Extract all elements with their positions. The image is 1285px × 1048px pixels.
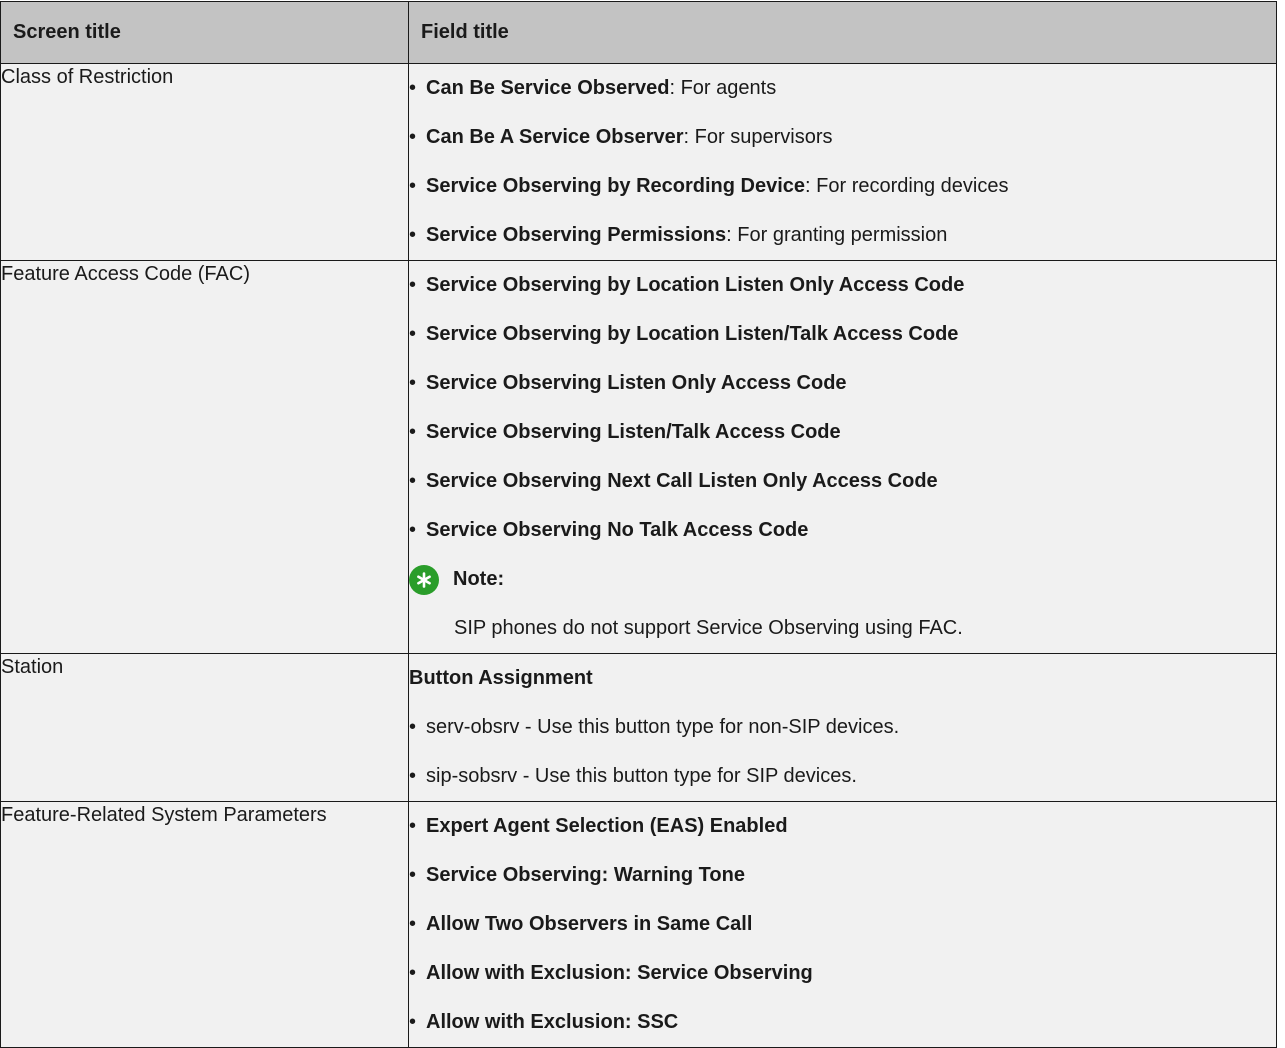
screen-title-cell: Feature-Related System Parameters (0, 801, 409, 1048)
bullet: • (409, 224, 417, 246)
field-name: Service Observing Next Call Listen Only … (426, 470, 938, 492)
column-header-field-title: Field title (408, 1, 1277, 64)
list-item: • Service Observing Listen Only Access Co… (409, 359, 1276, 408)
table-row: Feature Access Code (FAC) • Service Obser… (0, 260, 1277, 654)
list-item: • sip-sobsrv - Use this button type for S… (409, 752, 1276, 801)
field-name: Service Observing Listen/Talk Access Cod… (426, 421, 841, 443)
list-item: • Service Observing Next Call Listen Only… (409, 457, 1276, 506)
screen-title-cell: Feature Access Code (FAC) (0, 260, 409, 654)
note-label: Note: (453, 568, 505, 590)
list-item: • Expert Agent Selection (EAS) Enabled (409, 802, 1276, 851)
field-name: Service Observing No Talk Access Code (426, 519, 809, 541)
screen-title-cell: Class of Restriction (0, 63, 409, 261)
field-description: : For recording devices (805, 175, 1009, 197)
bullet: • (409, 274, 417, 296)
bullet: • (409, 519, 417, 541)
bullet: • (409, 716, 417, 738)
bullet: • (409, 765, 417, 787)
list-item: • Allow with Exclusion: SSC (409, 998, 1276, 1047)
field-name: Expert Agent Selection (EAS) Enabled (426, 815, 788, 837)
field-heading: Button Assignment (409, 667, 593, 689)
field-description: serv-obsrv - Use this button type for no… (426, 716, 900, 738)
field-description: : For agents (669, 77, 777, 99)
bullet: • (409, 421, 417, 443)
field-description: : For supervisors (683, 126, 833, 148)
list-item: • Can Be Service Observed: For agents (409, 64, 1276, 113)
table-row: Feature-Related System Parameters • Exper… (0, 801, 1277, 1048)
bullet: • (409, 815, 417, 837)
note-text: SIP phones do not support Service Observ… (454, 617, 963, 639)
field-name: Service Observing by Recording Device (426, 175, 806, 197)
list-item: • Service Observing Listen/Talk Access Co… (409, 408, 1276, 457)
field-title-cell: Button Assignment • serv-obsrv - Use this… (408, 653, 1277, 802)
field-name: Allow with Exclusion: SSC (426, 1011, 679, 1033)
field-name: Service Observing by Location Listen/Tal… (426, 323, 959, 345)
bullet: • (409, 864, 417, 886)
bullet: • (409, 913, 417, 935)
field-name: Service Observing: Warning Tone (426, 864, 745, 886)
list-item: • Allow with Exclusion: Service Observing (409, 949, 1276, 998)
note-heading: Note: (409, 555, 1276, 604)
list-item: • Can Be A Service Observer: For supervis… (409, 113, 1276, 162)
field-title-cell: • Expert Agent Selection (EAS) Enabled • S… (408, 801, 1277, 1048)
list-item: • Service Observing by Recording Device: … (409, 162, 1276, 211)
list-item: • Service Observing by Location Listen/Ta… (409, 310, 1276, 359)
field-name: Allow with Exclusion: Service Observing (426, 962, 813, 984)
screen-title-cell: Station (0, 653, 409, 802)
bullet: • (409, 1011, 417, 1033)
field-description: sip-sobsrv - Use this button type for SI… (426, 765, 857, 787)
field-name: Service Observing Permissions (426, 224, 727, 246)
field-title-cell: • Service Observing by Location Listen On… (408, 260, 1277, 654)
bullet: • (409, 962, 417, 984)
bullet: • (409, 175, 417, 197)
list-item: • Service Observing Permissions: For gran… (409, 211, 1276, 260)
fields-table: Screen title Field title Class of Restri… (0, 1, 1277, 1048)
field-name: Allow Two Observers in Same Call (426, 913, 753, 935)
list-item: • Service Observing by Location Listen On… (409, 261, 1276, 310)
column-header-screen-title: Screen title (0, 1, 409, 64)
asterisk-note-icon (409, 564, 439, 595)
table-row: Class of Restriction • Can Be Service Obs… (0, 63, 1277, 261)
field-title-cell: • Can Be Service Observed: For agents • Ca… (408, 63, 1277, 261)
list-item: • Service Observing No Talk Access Code (409, 506, 1276, 555)
list-item: • Service Observing: Warning Tone (409, 851, 1276, 900)
bullet: • (409, 323, 417, 345)
field-name: Can Be A Service Observer (426, 126, 684, 148)
field-name: Service Observing by Location Listen Onl… (426, 274, 965, 296)
list-item: • serv-obsrv - Use this button type for n… (409, 703, 1276, 752)
list-item: • Allow Two Observers in Same Call (409, 900, 1276, 949)
bullet: • (409, 77, 417, 99)
bullet: • (409, 470, 417, 492)
bullet: • (409, 126, 417, 148)
bullet: • (409, 372, 417, 394)
field-name: Can Be Service Observed (426, 77, 670, 99)
field-name: Service Observing Listen Only Access Cod… (426, 372, 847, 394)
table-header-row: Screen title Field title (0, 1, 1277, 64)
field-description: : For granting permission (726, 224, 948, 246)
table-row: Station Button Assignment • serv-obsrv - … (0, 653, 1277, 802)
